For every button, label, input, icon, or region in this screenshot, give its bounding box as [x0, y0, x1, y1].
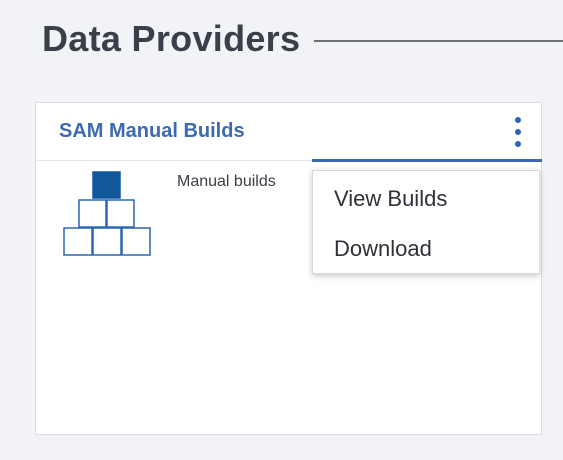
overflow-menu: View Builds Download — [312, 170, 540, 274]
pyramid-blocks-icon — [63, 171, 151, 256]
section-header: Data Providers — [42, 14, 563, 64]
kebab-dot-middle — [515, 129, 521, 135]
card-description: Manual builds — [177, 173, 276, 190]
overflow-menu-icon[interactable] — [513, 115, 523, 149]
card-header: SAM Manual Builds — [36, 103, 541, 161]
card-title[interactable]: SAM Manual Builds — [59, 120, 245, 143]
kebab-dot-top — [515, 117, 521, 123]
kebab-dot-bottom — [515, 141, 521, 147]
section-title: Data Providers — [42, 18, 301, 59]
menu-item-download[interactable]: Download — [313, 225, 539, 273]
menu-item-view-builds[interactable]: View Builds — [313, 175, 539, 223]
menu-anchor-underline — [312, 159, 542, 162]
page: Data Providers SAM Manual Builds Manual … — [0, 0, 563, 460]
section-divider — [314, 40, 563, 42]
